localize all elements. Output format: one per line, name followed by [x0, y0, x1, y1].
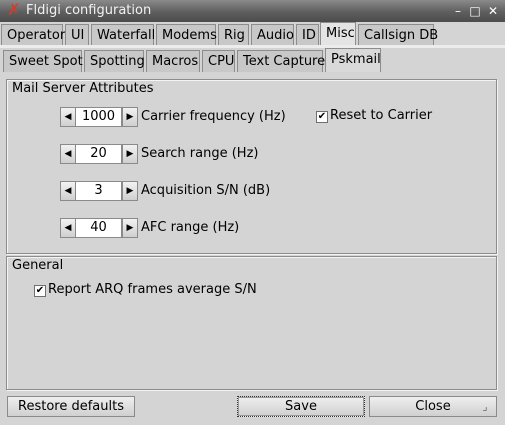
decrement-icon[interactable]: ◀	[60, 181, 76, 201]
window-title: Fldigi configuration	[26, 3, 152, 18]
general-group-label: General	[12, 258, 64, 273]
tab-rig[interactable]: Rig	[218, 24, 249, 46]
tab-misc[interactable]: Misc	[320, 22, 356, 46]
increment-icon[interactable]: ▶	[122, 144, 138, 164]
tab-operator[interactable]: Operator	[1, 24, 65, 46]
decrement-icon[interactable]: ◀	[60, 144, 76, 164]
reset-to-carrier-checkbox[interactable]: ✔	[316, 111, 328, 123]
tab-pskmail[interactable]: Pskmail	[325, 48, 381, 72]
mail-server-group-label: Mail Server Attributes	[12, 81, 154, 96]
tab-sweet-spot[interactable]: Sweet Spot	[3, 50, 83, 72]
search-range-input[interactable]: 20	[75, 144, 122, 164]
acquisition-label: Acquisition S/N (dB)	[141, 183, 271, 198]
x-logo-icon: ✗	[7, 0, 21, 19]
reset-to-carrier-label: Reset to Carrier	[330, 108, 433, 123]
general-group: General	[6, 256, 497, 390]
tab-macros[interactable]: Macros	[146, 50, 200, 72]
resize-grip-icon[interactable]: ⌟	[478, 400, 492, 414]
close-window-icon[interactable]: ✕	[485, 3, 501, 19]
afc-range-label: AFC range (Hz)	[141, 220, 240, 235]
increment-icon[interactable]: ▶	[122, 181, 138, 201]
close-button[interactable]: Close ⌟	[369, 396, 497, 417]
save-button[interactable]: Save	[237, 396, 365, 417]
increment-icon[interactable]: ▶	[122, 218, 138, 238]
tab-id[interactable]: ID	[296, 24, 319, 46]
report-arq-label: Report ARQ frames average S/N	[48, 282, 257, 297]
restore-defaults-button[interactable]: Restore defaults	[7, 396, 135, 417]
tab-text-capture[interactable]: Text Capture	[237, 50, 325, 72]
carrier-frequency-input[interactable]: 1000	[75, 107, 122, 127]
search-range-label: Search range (Hz)	[141, 146, 259, 161]
tab-strip	[0, 45, 505, 48]
tab-waterfall[interactable]: Waterfall	[91, 24, 155, 46]
maximize-icon[interactable]: □	[467, 3, 483, 19]
decrement-icon[interactable]: ◀	[60, 218, 76, 238]
increment-icon[interactable]: ▶	[122, 107, 138, 127]
close-button-label: Close	[415, 399, 451, 414]
decrement-icon[interactable]: ◀	[60, 107, 76, 127]
title-bar[interactable]: ✗ Fldigi configuration – □ ✕	[0, 0, 505, 22]
tab-callsign-db[interactable]: Callsign DB	[358, 24, 438, 46]
tab-spotting[interactable]: Spotting	[84, 50, 145, 72]
afc-range-input[interactable]: 40	[75, 218, 122, 238]
tab-cpu[interactable]: CPU	[202, 50, 235, 72]
tab-audio[interactable]: Audio	[251, 24, 294, 46]
tab-modems[interactable]: Modems	[156, 24, 217, 46]
carrier-frequency-label: Carrier frequency (Hz)	[141, 109, 286, 124]
acquisition-input[interactable]: 3	[75, 181, 122, 201]
report-arq-checkbox[interactable]: ✔	[34, 285, 46, 297]
minimize-icon[interactable]: –	[450, 3, 466, 19]
tab-ui[interactable]: UI	[65, 24, 89, 46]
